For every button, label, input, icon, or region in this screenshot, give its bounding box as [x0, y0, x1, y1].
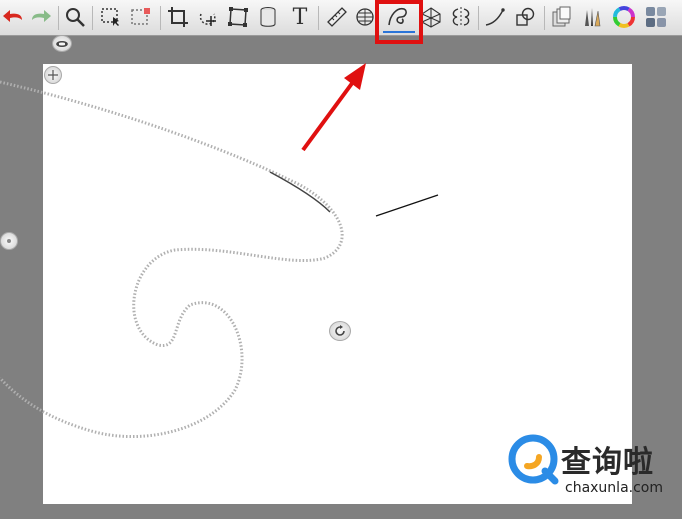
rotate-guide-button[interactable]	[52, 35, 72, 52]
watermark-title: 查询啦	[561, 445, 654, 480]
refresh-icon	[335, 325, 345, 336]
handle-dot-icon	[7, 239, 11, 243]
watermark: 查询啦 chaxunla.com	[505, 433, 673, 503]
annotation-arrowhead	[344, 63, 366, 90]
rotate-canvas-button[interactable]	[329, 321, 351, 341]
move-icon	[48, 70, 58, 80]
move-guide-button[interactable]	[44, 66, 62, 84]
watermark-logo-icon	[508, 434, 559, 485]
french-curve-guide[interactable]	[0, 80, 344, 439]
annotation-arrow	[301, 80, 355, 152]
rotate-arrows-icon	[56, 40, 68, 47]
guide-side-handle[interactable]	[0, 232, 18, 250]
watermark-url: chaxunla.com	[565, 480, 663, 496]
guide-active-edge	[269, 171, 331, 213]
drawn-stroke	[375, 194, 439, 217]
